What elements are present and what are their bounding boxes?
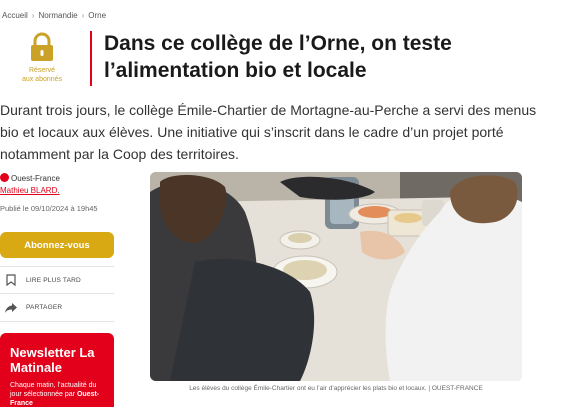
premium-label: Réservé aux abonnés	[21, 67, 63, 83]
newsletter-description: Chaque matin, l’actualité du jour sélect…	[10, 382, 100, 407]
photo-caption: Les élèves du collège Émile-Chartier ont…	[189, 385, 483, 392]
article-author[interactable]: Mathieu BLARD.	[0, 186, 60, 195]
breadcrumb-normandie[interactable]: Normandie	[38, 11, 77, 20]
bookmark-icon	[0, 274, 22, 286]
newsletter-title: Newsletter La Matinale	[10, 345, 95, 375]
article-source: Ouest-France	[0, 173, 60, 183]
lock-icon	[31, 32, 53, 61]
chevron-right-icon: ›	[81, 11, 85, 20]
subscribe-button[interactable]: Abonnez-vous	[0, 232, 114, 258]
article-headline: Dans ce collège de l’Orne, on teste l’al…	[104, 32, 452, 82]
breadcrumb-orne[interactable]: Orne	[88, 11, 106, 20]
read-later-label: LIRE PLUS TARD	[26, 276, 81, 284]
breadcrumb: Accueil › Normandie › Orne	[2, 11, 106, 20]
breadcrumb-accueil[interactable]: Accueil	[2, 11, 28, 20]
publish-date: Publié le 09/10/2024 à 19h45	[0, 204, 98, 213]
article-lede: Durant trois jours, le collège Émile-Cha…	[0, 102, 537, 162]
share-arrow-icon	[0, 302, 22, 314]
cafeteria-photo-illustration	[150, 172, 522, 381]
share-button[interactable]: PARTAGER	[0, 294, 114, 322]
premium-badge: Réservé aux abonnés	[4, 32, 80, 84]
read-later-button[interactable]: LIRE PLUS TARD	[0, 266, 114, 294]
share-label: PARTAGER	[26, 304, 63, 311]
ouest-france-logo-icon	[0, 173, 9, 182]
article-photo	[150, 172, 522, 381]
headline-divider	[90, 31, 92, 86]
newsletter-promo[interactable]: Newsletter La Matinale Chaque matin, l’a…	[0, 333, 114, 407]
chevron-right-icon: ›	[31, 11, 35, 20]
